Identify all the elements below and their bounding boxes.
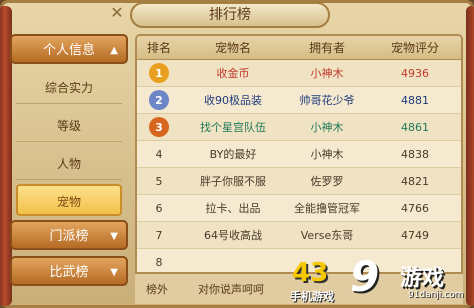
table-row[interactable]: 1 收金币 小神木 4936	[137, 60, 461, 87]
chevron-down-icon: ▼	[110, 231, 118, 242]
row-owner: 帅哥花少爷	[299, 94, 355, 107]
watermark-number: 43	[292, 258, 329, 288]
row-score: 4881	[401, 93, 429, 107]
watermark-domain: 91danji.com	[408, 290, 464, 300]
site-watermark: 43 9 游戏 手机游戏 91danji.com	[290, 252, 474, 308]
table-row[interactable]: 5 胖子你服不服 佐罗罗 4821	[137, 168, 461, 195]
menu-battle-rank-label: 比武榜	[49, 265, 89, 280]
row-pet-name: 收90极品装	[204, 94, 262, 107]
row-pet-name: 收金币	[216, 67, 250, 80]
row-owner: 小神木	[310, 148, 344, 161]
row-rank: 1	[137, 60, 181, 86]
sub-item-pet[interactable]: 宠物	[16, 184, 122, 216]
row-score: 4838	[401, 147, 429, 161]
row-score: 4766	[401, 201, 429, 215]
row-rank: 4	[155, 147, 163, 161]
row-score: 4749	[401, 228, 429, 242]
row-owner: 小神木	[310, 121, 344, 134]
row-rank: 6	[155, 201, 163, 215]
row-owner: 佐罗罗	[310, 175, 344, 188]
header-owner: 拥有者	[308, 41, 345, 55]
menu-faction-rank[interactable]: 门派榜 ▼	[10, 220, 128, 250]
row-score: 4861	[401, 120, 429, 134]
menu-personal-info[interactable]: 个人信息 ▲	[10, 34, 128, 64]
menu-battle-rank[interactable]: 比武榜 ▼	[10, 256, 128, 286]
row-owner: 全能撸管冠军	[294, 202, 360, 215]
table-row[interactable]: 6 拉卡、出品 全能撸管冠军 4766	[137, 195, 461, 222]
row-rank: 2	[137, 87, 181, 113]
row-rank: 5	[155, 174, 163, 188]
row-rank: 3	[137, 114, 181, 140]
menu-personal-info-label: 个人信息	[42, 43, 95, 58]
header-rank: 排名	[146, 41, 171, 55]
table-row[interactable]: 7 64号收高战 Verse东哥 4749	[137, 222, 461, 249]
table-row[interactable]: 2 收90极品装 帅哥花少爷 4881	[137, 87, 461, 114]
row-pet-name: 拉卡、出品	[205, 202, 261, 215]
table-header: 排名 宠物名 拥有者 宠物评分	[137, 36, 461, 60]
table-row[interactable]: 3 找个星宫队伍 小神木 4861	[137, 114, 461, 141]
chevron-up-icon: ▲	[110, 45, 118, 56]
sub-item-overall[interactable]: 综合实力	[16, 72, 122, 104]
row-pet-name: 胖子你服不服	[200, 175, 266, 188]
close-icon[interactable]: ✕	[102, 0, 132, 26]
my-pet-name: 对你说声呵呵	[198, 283, 264, 296]
row-score: 4936	[401, 66, 429, 80]
menu-faction-rank-label: 门派榜	[49, 229, 89, 244]
rank-medal-icon: 3	[149, 117, 169, 137]
watermark-sub: 手机游戏	[290, 290, 334, 303]
row-pet-name: 找个星宫队伍	[200, 121, 266, 134]
chevron-down-icon: ▼	[110, 267, 118, 278]
watermark-brand: 游戏	[400, 266, 445, 291]
watermark-logo: 9	[350, 252, 380, 301]
sub-item-level[interactable]: 等级	[16, 110, 122, 142]
row-owner: Verse东哥	[300, 229, 354, 242]
my-rank: 榜外	[146, 283, 168, 296]
header-pet-name: 宠物名	[214, 41, 251, 55]
rank-medal-icon: 2	[149, 90, 169, 110]
window-title: 排行榜	[130, 2, 330, 28]
row-pet-name: 64号收高战	[204, 229, 262, 242]
row-pet-name: BY的最好	[209, 148, 257, 161]
category-sidebar: 个人信息 ▲ 综合实力 等级 人物 宠物 门派榜 ▼ 比武榜 ▼	[10, 34, 128, 306]
row-owner: 小神木	[310, 67, 344, 80]
table-row[interactable]: 4 BY的最好 小神木 4838	[137, 141, 461, 168]
sub-item-character[interactable]: 人物	[16, 148, 122, 180]
row-score: 4821	[401, 174, 429, 188]
rank-medal-icon: 1	[149, 63, 169, 83]
row-rank: 7	[155, 228, 163, 242]
header-pet-score: 宠物评分	[390, 41, 439, 55]
